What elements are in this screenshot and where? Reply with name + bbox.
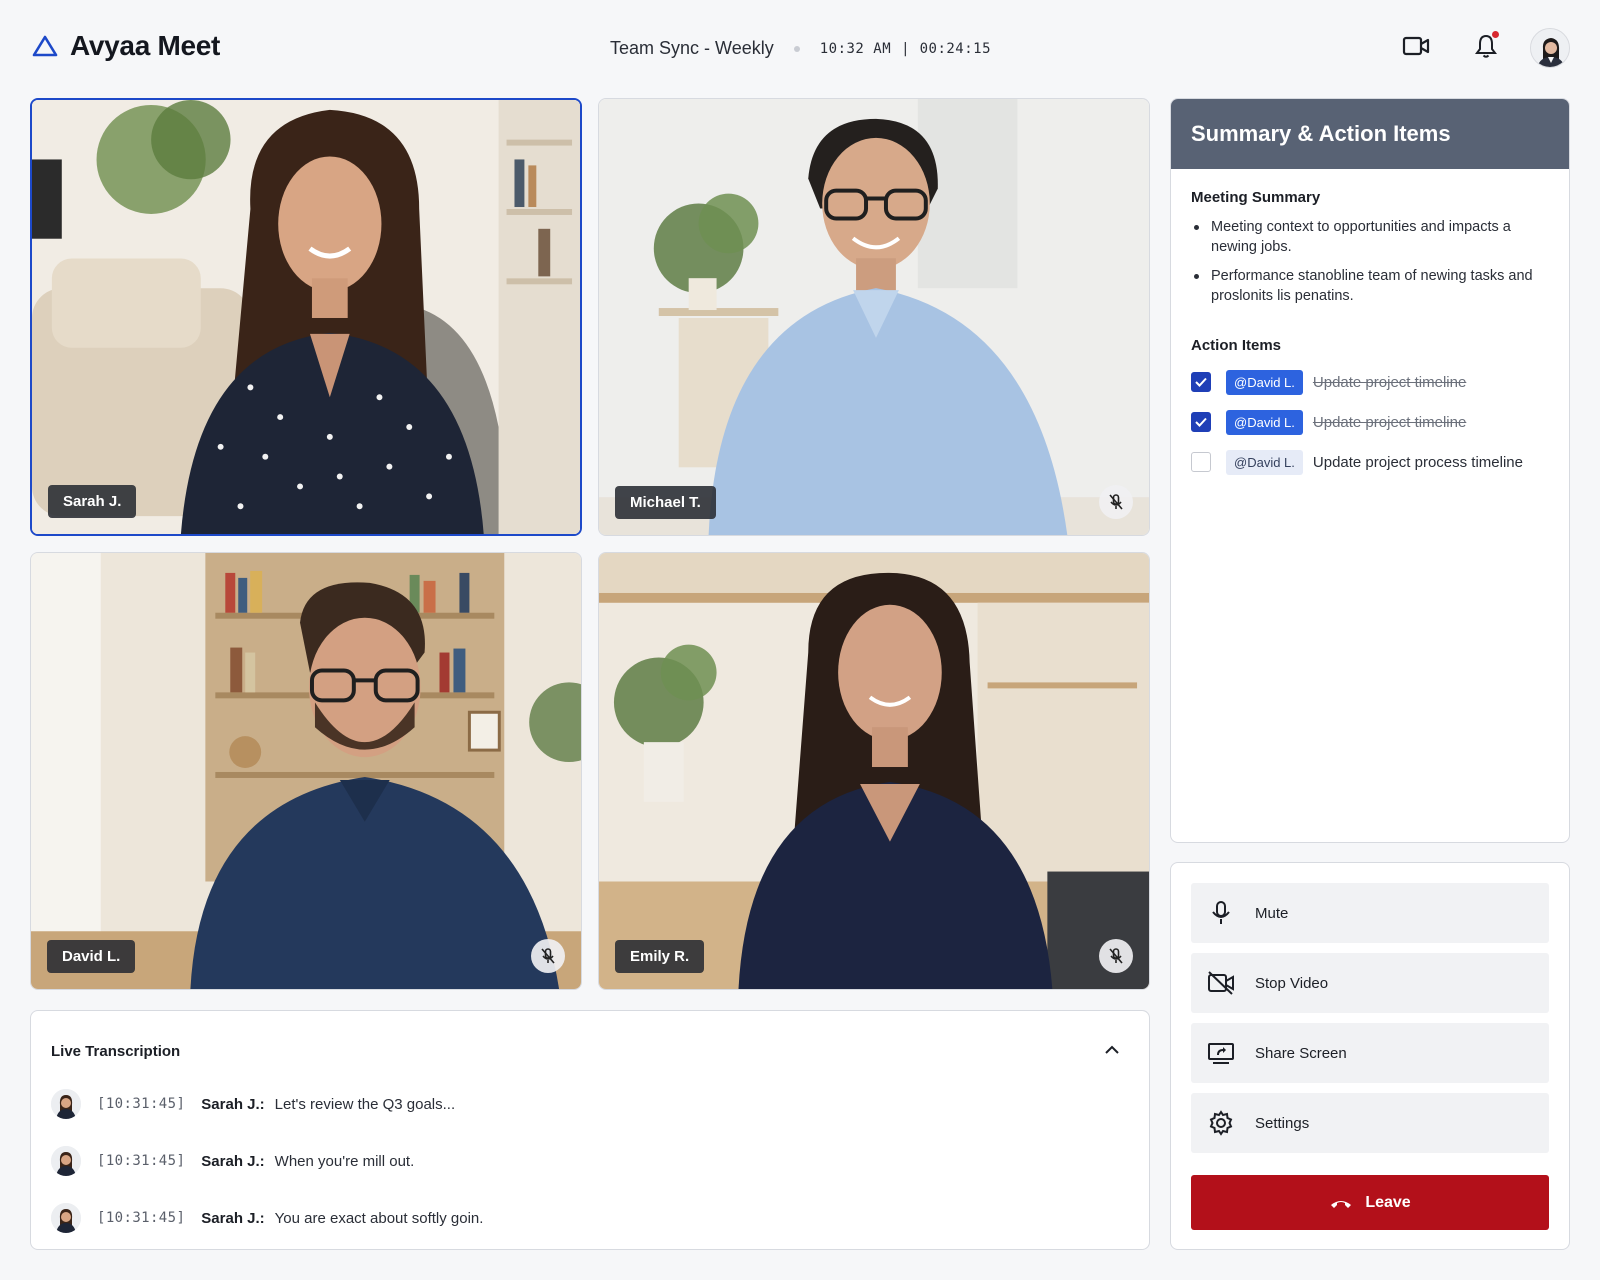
action-items-heading: Action Items [1191,337,1282,354]
leave-label: Leave [1365,1193,1411,1211]
action-checkbox[interactable] [1191,452,1211,472]
leave-button[interactable]: Leave [1191,1175,1549,1230]
share-screen-button[interactable]: Share Screen [1191,1023,1549,1083]
muted-indicator [1099,939,1133,973]
meeting-title: Team Sync - Weekly [610,38,774,58]
chevron-up-icon [1105,1045,1119,1054]
transcription-title: Live Transcription [51,1043,181,1060]
participant-name-tag: Emily R. [615,940,705,973]
participant-name-tag: Michael T. [615,486,716,519]
notification-badge [1491,30,1500,39]
checkmark-icon [1195,377,1207,387]
action-text: Update project timeline [1312,373,1467,391]
video-tile-david[interactable]: David L. [30,552,582,990]
stop-video-label: Stop Video [1255,974,1329,992]
muted-indicator [531,939,565,973]
mention-tag[interactable]: @David L. [1226,409,1303,435]
collapse-transcription-button[interactable] [1099,1037,1125,1063]
meeting-summary-heading: Meeting Summary [1191,189,1321,206]
action-item: @David L. Update project timeline [1191,369,1466,395]
transcript-line: [10:31:45] Sarah J.: When you're mill ou… [51,1146,414,1176]
transcript-line: [10:31:45] Sarah J.: You are exact about… [51,1203,483,1233]
user-avatar[interactable] [1530,28,1570,68]
summary-bullet-list: Meeting context to opportunities and imp… [1191,217,1551,315]
settings-button[interactable]: Settings [1191,1093,1549,1153]
video-off-icon [1207,969,1235,997]
transcript-timestamp: [10:31:45] [97,1210,186,1226]
app-title: Avyaa Meet [70,30,221,61]
video-tile-emily[interactable]: Emily R. [598,552,1150,990]
app-logo: Avyaa Meet [32,30,220,62]
mute-button[interactable]: Mute [1191,883,1549,943]
mute-label: Mute [1255,904,1289,922]
summary-panel: Summary & Action Items Meeting Summary M… [1170,98,1570,843]
transcript-timestamp: [10:31:45] [97,1096,186,1112]
transcript-text: You are exact about softly goin. [274,1209,484,1227]
participant-name-tag: David L. [47,940,136,973]
mention-tag[interactable]: @David L. [1226,449,1303,475]
notifications-button[interactable] [1470,30,1502,62]
share-screen-label: Share Screen [1255,1044,1347,1062]
camera-button[interactable] [1400,30,1432,62]
clock-time: 10:32 AM [819,40,892,57]
meeting-info: Team Sync - Weekly 10:32 AM | 00:24:15 [610,38,991,59]
muted-indicator [1099,485,1133,519]
transcript-text: When you're mill out. [274,1152,415,1170]
mic-off-icon [1109,948,1123,964]
call-controls-panel: Mute Stop Video Share Screen Settings Le… [1170,862,1570,1250]
transcript-speaker: Sarah J.: [201,1209,265,1227]
action-text: Update project process timeline [1312,453,1523,471]
stop-video-button[interactable]: Stop Video [1191,953,1549,1013]
action-text: Update project timeline [1312,413,1467,431]
action-item: @David L. Update project process timelin… [1191,449,1523,475]
avatar-image [1531,29,1569,67]
video-tile-sarah[interactable]: Sarah J. [30,98,582,536]
participant-video [32,100,580,534]
speaker-avatar [51,1089,81,1119]
participant-video [31,553,581,989]
video-tile-michael[interactable]: Michael T. [598,98,1150,536]
transcript-timestamp: [10:31:45] [97,1153,186,1169]
triangle-logo-icon [32,35,58,57]
separator-dot [793,45,800,52]
checkmark-icon [1195,417,1207,427]
action-checkbox[interactable] [1191,372,1211,392]
summary-title: Summary & Action Items [1171,99,1569,169]
settings-label: Settings [1255,1114,1310,1132]
top-bar: Avyaa Meet Team Sync - Weekly 10:32 AM |… [0,0,1600,96]
transcript-speaker: Sarah J.: [201,1095,265,1113]
transcript-line: [10:31:45] Sarah J.: Let's review the Q3… [51,1089,455,1119]
speaker-avatar [51,1146,81,1176]
transcript-text: Let's review the Q3 goals... [274,1095,456,1113]
video-camera-icon [1402,36,1430,56]
speaker-avatar [51,1203,81,1233]
participant-video [599,99,1149,535]
participant-video [599,553,1149,989]
mention-tag[interactable]: @David L. [1226,369,1303,395]
action-item: @David L. Update project timeline [1191,409,1466,435]
live-transcription-panel: Live Transcription [10:31:45] Sarah J.: … [30,1010,1150,1250]
time-separator: | [901,40,910,57]
elapsed-time: 00:24:15 [919,40,992,57]
summary-bullet: Meeting context to opportunities and imp… [1191,217,1551,257]
mic-off-icon [541,948,555,964]
mic-off-icon [1109,494,1123,510]
transcript-speaker: Sarah J.: [201,1152,265,1170]
gear-icon [1207,1109,1235,1137]
microphone-icon [1207,899,1235,927]
participant-name-tag: Sarah J. [48,485,137,518]
screen-share-icon [1207,1039,1235,1067]
action-checkbox[interactable] [1191,412,1211,432]
hang-up-icon [1331,1200,1352,1208]
summary-bullet: Performance stanobline team of newing ta… [1191,266,1551,306]
